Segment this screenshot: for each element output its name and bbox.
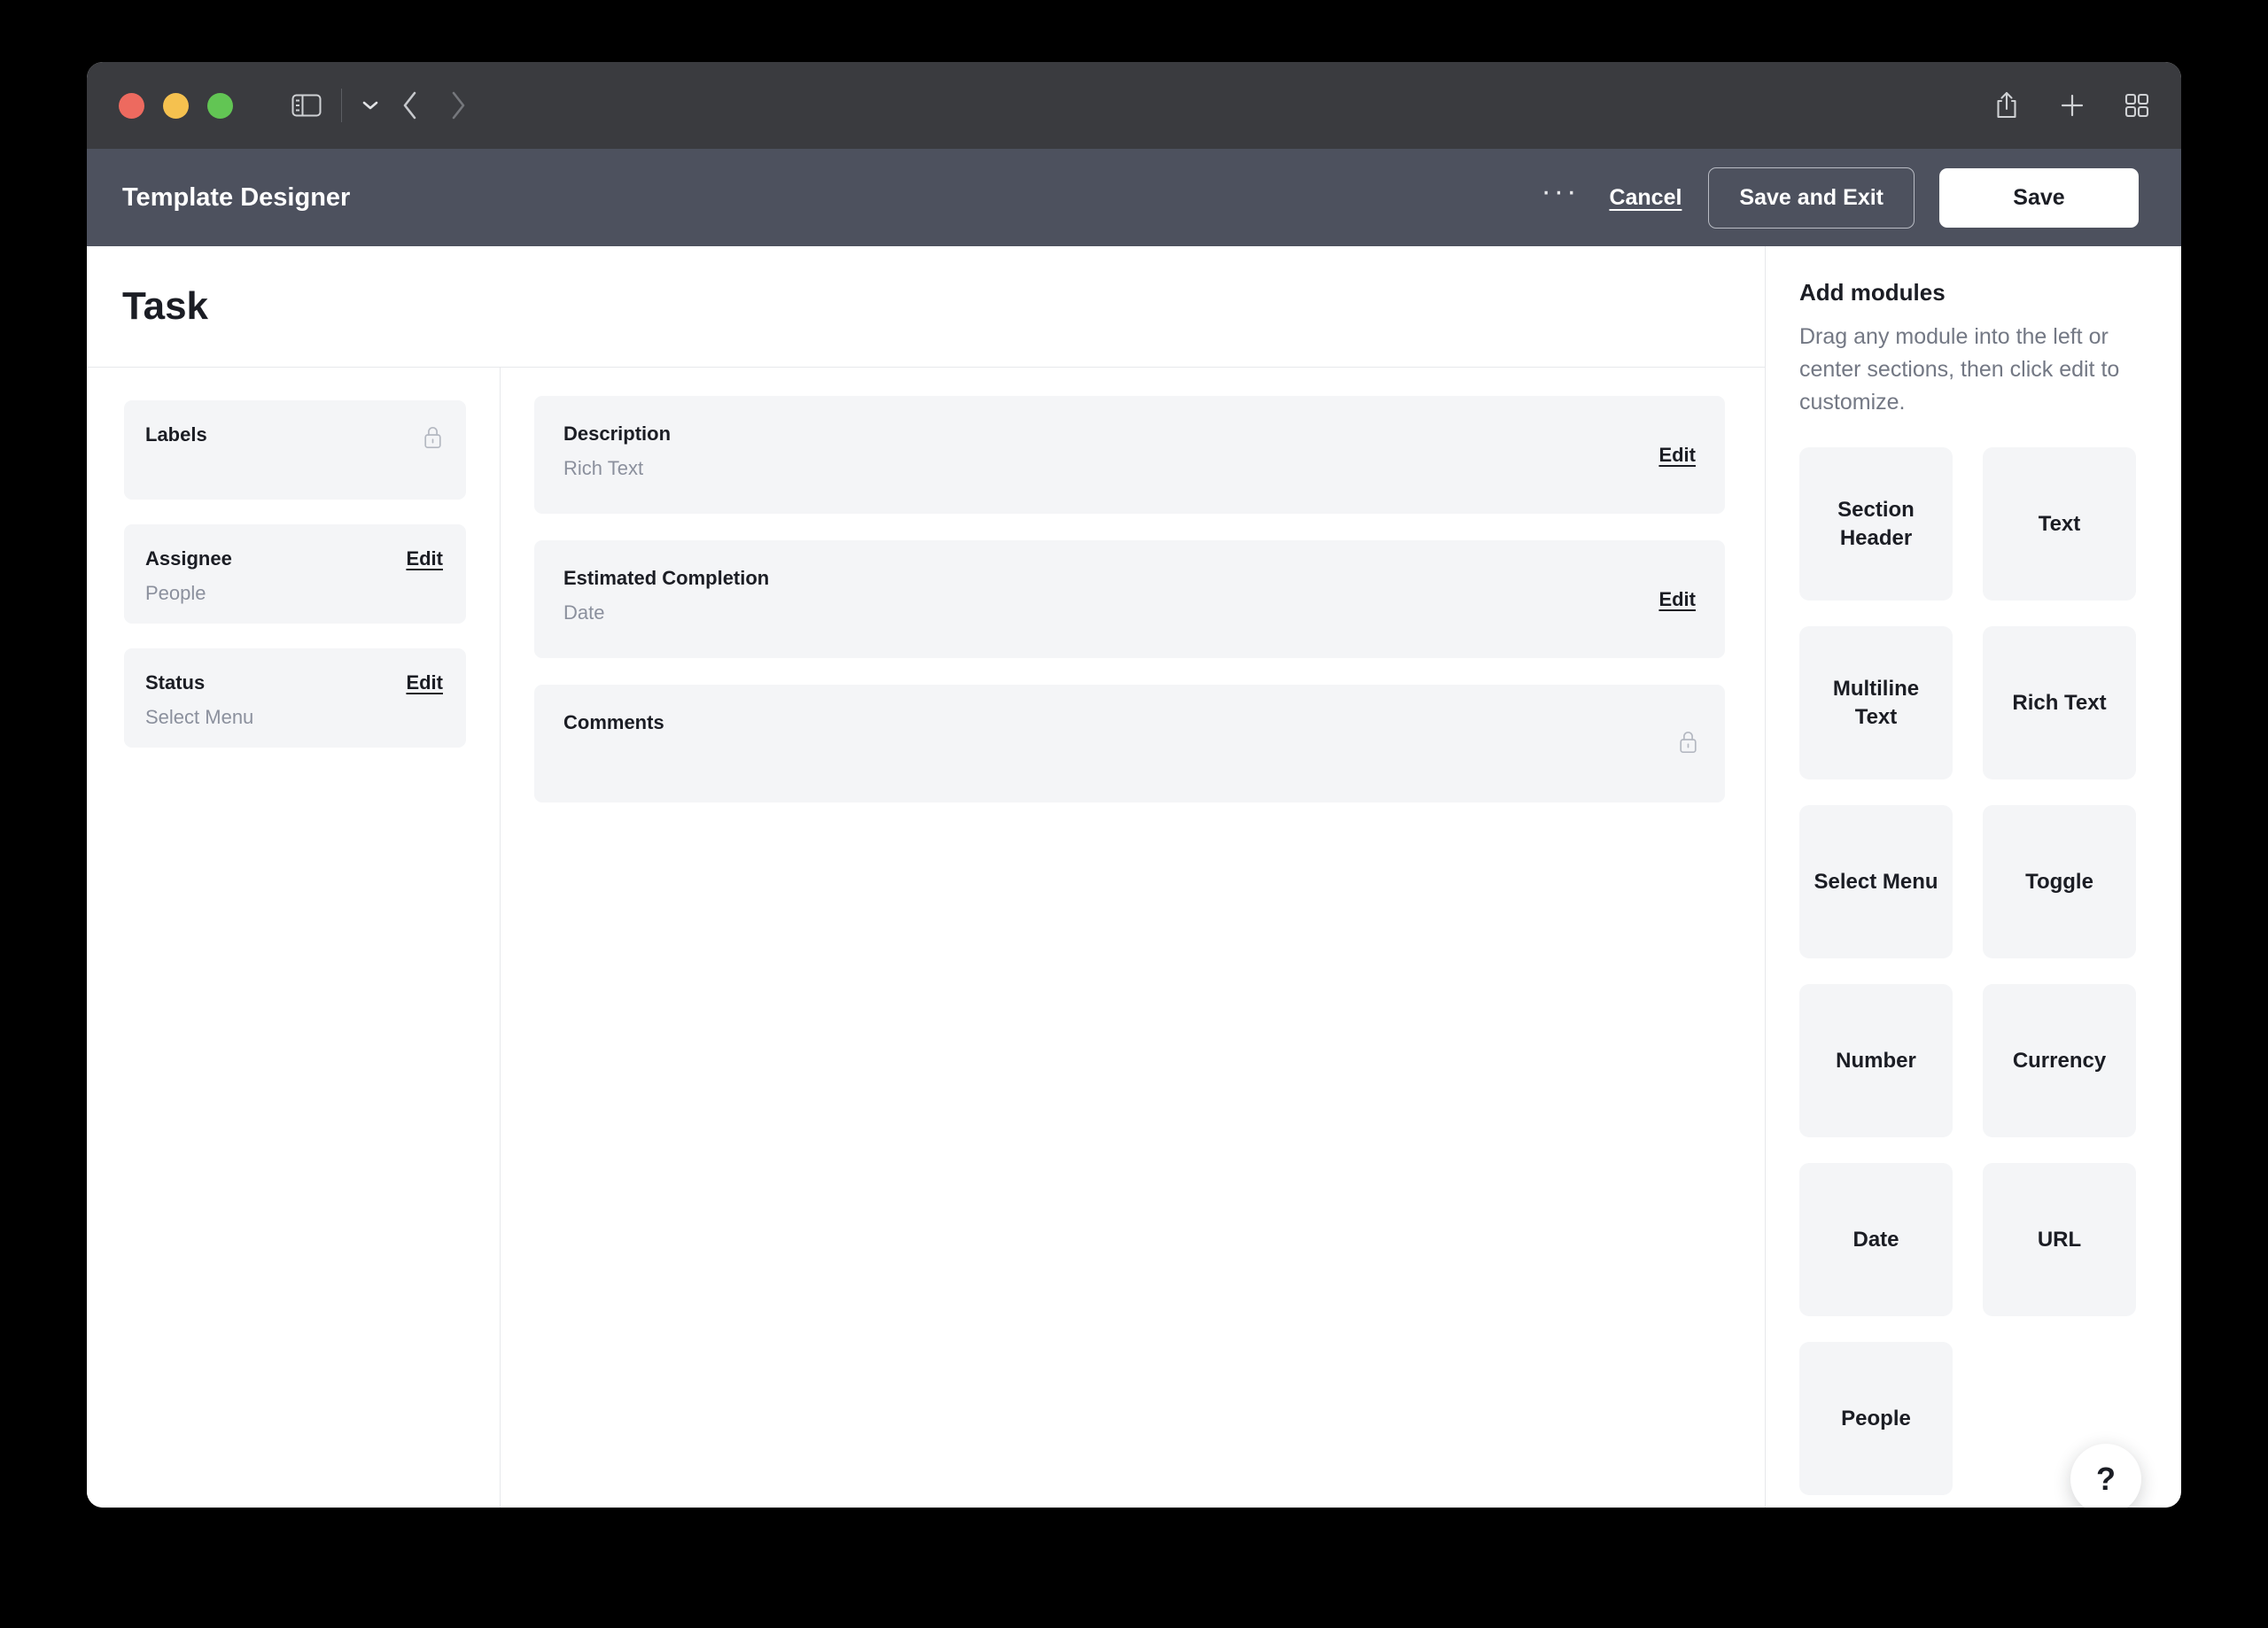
module-label: Assignee [145,547,232,570]
module-tile[interactable]: Section Header [1799,447,1953,601]
chevron-right-icon[interactable] [448,90,468,120]
card-texts: Assignee People [145,547,232,606]
sidebar-toggle-icon[interactable] [291,93,322,118]
module-type: Rich Text [563,457,644,480]
module-palette-grid: Section Header Text Multiline Text Rich … [1799,447,2148,1495]
module-type: Date [563,601,605,624]
app-title: Template Designer [122,182,351,212]
panel-title: Add modules [1799,279,1946,306]
plus-icon[interactable] [2059,92,2085,119]
card-texts: Labels [145,423,207,446]
app-header: Template Designer ··· Cancel Save and Ex… [87,149,2181,246]
save-and-exit-button[interactable]: Save and Exit [1708,167,1915,229]
left-section[interactable]: Labels Assignee People Edit Status Selec… [87,368,501,1508]
center-section[interactable]: Description Rich Text Edit Estimated Com… [501,368,1765,1508]
card-texts: Status Select Menu [145,671,253,730]
module-tile[interactable]: URL [1983,1163,2136,1316]
header-actions: ··· Cancel Save and Exit Save [1541,167,2139,229]
module-type: People [145,582,206,605]
module-card-comments[interactable]: Comments [534,685,1725,802]
card-texts: Estimated Completion Date [563,567,769,625]
module-tile[interactable]: Rich Text [1983,626,2136,779]
module-label: Comments [563,711,664,733]
lock-icon [1678,730,1698,758]
panel-description: Drag any module into the left or center … [1799,324,2120,415]
minimize-window-button[interactable] [163,92,189,119]
chevron-left-icon[interactable] [400,90,420,120]
lock-icon [423,425,443,454]
page-title: Task [122,284,209,328]
module-tile[interactable]: Currency [1983,984,2136,1137]
edit-link[interactable]: Edit [406,671,443,694]
grid-icon[interactable] [2124,93,2149,118]
card-header-row: Assignee People Edit [145,547,443,606]
body-area: Task Labels Assignee People Edit Status … [87,246,2181,1508]
share-icon[interactable] [1993,90,2020,120]
chevron-down-icon[interactable] [361,99,379,112]
help-button[interactable]: ? [2070,1444,2141,1508]
module-label: Status [145,671,206,694]
maximize-window-button[interactable] [207,92,233,119]
card-header-row: Labels [145,423,443,454]
module-card-estimated-completion[interactable]: Estimated Completion Date Edit [534,540,1725,658]
traffic-lights [119,92,233,119]
module-tile[interactable]: Number [1799,984,1953,1137]
save-button[interactable]: Save [1939,167,2139,228]
module-tile[interactable]: Select Menu [1799,805,1953,958]
card-header-row: Status Select Menu Edit [145,671,443,730]
close-window-button[interactable] [119,92,144,119]
titlebar-divider [341,89,342,122]
template-canvas: Task Labels Assignee People Edit Status … [87,246,1766,1508]
module-card-labels[interactable]: Labels [124,400,466,500]
module-tile[interactable]: People [1799,1342,1953,1495]
module-label: Description [563,423,672,445]
module-type: Select Menu [145,706,254,729]
module-tile[interactable]: Text [1983,447,2136,601]
module-label: Labels [145,423,207,446]
titlebar-right-controls [1993,90,2149,120]
module-card-assignee[interactable]: Assignee People Edit [124,524,466,624]
module-label: Estimated Completion [563,567,770,589]
module-tile[interactable]: Toggle [1983,805,2136,958]
window-titlebar [87,62,2181,149]
more-options-button[interactable]: ··· [1541,176,1579,209]
edit-link[interactable]: Edit [1658,444,1696,467]
titlebar-left-controls [233,89,468,122]
module-tile[interactable]: Date [1799,1163,1953,1316]
edit-link[interactable]: Edit [406,547,443,570]
module-card-status[interactable]: Status Select Menu Edit [124,648,466,748]
add-modules-panel: Add modules Drag any module into the lef… [1766,246,2180,1508]
edit-link[interactable]: Edit [1658,588,1696,611]
card-texts: Comments [563,711,664,734]
module-card-description[interactable]: Description Rich Text Edit [534,396,1725,514]
cancel-button[interactable]: Cancel [1609,185,1682,211]
browser-window: Template Designer ··· Cancel Save and Ex… [87,62,2181,1508]
card-texts: Description Rich Text [563,423,671,481]
module-tile[interactable]: Multiline Text [1799,626,1953,779]
canvas-columns: Labels Assignee People Edit Status Selec… [87,368,1765,1508]
canvas-title-row: Task [87,246,1765,368]
